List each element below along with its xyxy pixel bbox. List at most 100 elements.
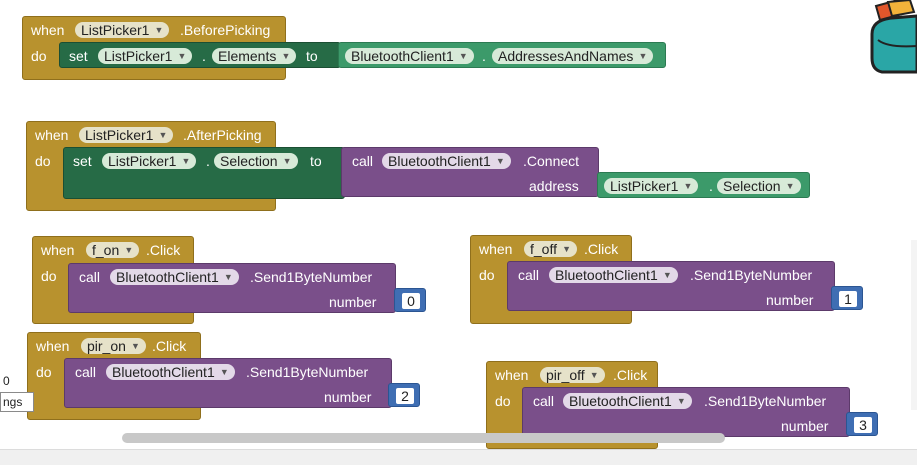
call-block-connect[interactable]: call BluetoothClient1 ▼ .Connect address	[341, 147, 599, 197]
call-component-dropdown[interactable]: BluetoothClient1 ▼	[549, 267, 678, 283]
when-label: when	[41, 242, 75, 258]
number-value[interactable]: 2	[396, 388, 414, 404]
left-count: 0	[3, 374, 10, 388]
property-dropdown[interactable]: Selection ▼	[214, 153, 298, 169]
chevron-down-icon: ▼	[131, 341, 140, 351]
chevron-down-icon: ▼	[562, 244, 571, 254]
do-label: do	[35, 153, 51, 169]
do-label: do	[31, 48, 47, 64]
number-value[interactable]: 1	[839, 291, 857, 307]
set-component-dropdown[interactable]: ListPicker1 ▼	[102, 153, 197, 169]
number-value[interactable]: 3	[854, 417, 872, 433]
method-name: .Send1ByteNumber	[690, 267, 813, 283]
when-label: when	[479, 241, 513, 257]
chevron-down-icon: ▼	[181, 156, 191, 166]
workspace-footer	[0, 449, 917, 465]
when-label: when	[31, 22, 65, 38]
component-dropdown[interactable]: f_off ▼	[524, 241, 577, 257]
method-name: .Send1ByteNumber	[246, 364, 369, 380]
dot-separator: .	[202, 48, 206, 64]
method-name: .Connect	[523, 153, 580, 169]
arg-label: number	[329, 294, 377, 310]
set-label: set	[73, 153, 92, 169]
chevron-down-icon: ▼	[638, 51, 648, 61]
chevron-down-icon: ▼	[282, 156, 292, 166]
component-dropdown[interactable]: ListPicker1 ▼	[79, 127, 174, 143]
arg-label: address	[529, 178, 579, 194]
arg-property-dropdown[interactable]: Selection ▼	[717, 178, 801, 194]
do-label: do	[36, 364, 52, 380]
number-block[interactable]: 0	[394, 288, 426, 312]
call-label: call	[75, 364, 97, 380]
chevron-down-icon: ▼	[662, 270, 672, 280]
call-block-send-byte[interactable]: call BluetoothClient1 ▼ .Send1ByteNumber …	[64, 358, 392, 408]
component-dropdown[interactable]: ListPicker1 ▼	[75, 22, 170, 38]
method-name: .Send1ByteNumber	[250, 269, 373, 285]
component-dropdown[interactable]: pir_off ▼	[540, 367, 605, 383]
call-block-send-byte[interactable]: call BluetoothClient1 ▼ .Send1ByteNumber …	[68, 263, 396, 313]
to-label: to	[306, 48, 318, 64]
event-name: .Click	[152, 338, 187, 354]
chevron-down-icon: ▼	[495, 156, 505, 166]
component-dropdown[interactable]: pir_on ▼	[81, 338, 146, 354]
set-block-elements[interactable]: set ListPicker1 ▼ . Elements ▼ to	[59, 42, 341, 68]
call-block-send-byte[interactable]: call BluetoothClient1 ▼ .Send1ByteNumber …	[507, 261, 835, 311]
call-label: call	[79, 269, 101, 285]
arg-label: number	[324, 389, 372, 405]
chevron-down-icon: ▼	[589, 370, 599, 380]
chevron-down-icon: ▼	[785, 181, 795, 191]
number-block[interactable]: 2	[388, 383, 420, 407]
arg-label: number	[781, 418, 829, 434]
dot-separator: .	[206, 153, 210, 169]
event-name: .Click	[613, 367, 648, 383]
blocks-workspace[interactable]: when ListPicker1 ▼ .BeforePicking do set …	[0, 0, 917, 465]
call-label: call	[352, 153, 374, 169]
call-component-dropdown[interactable]: BluetoothClient1 ▼	[563, 393, 692, 409]
property-dropdown[interactable]: Elements ▼	[212, 48, 297, 64]
chevron-down-icon: ▼	[124, 245, 134, 255]
component-dropdown[interactable]: f_on ▼	[86, 242, 140, 258]
number-block[interactable]: 3	[846, 412, 878, 436]
call-label: call	[533, 393, 555, 409]
backpack-icon[interactable]	[868, 0, 917, 76]
horizontal-scrollbar[interactable]	[122, 433, 725, 443]
call-component-dropdown[interactable]: BluetoothClient1 ▼	[382, 153, 511, 169]
chevron-down-icon: ▼	[177, 51, 187, 61]
chevron-down-icon: ▼	[281, 51, 291, 61]
call-component-dropdown[interactable]: BluetoothClient1 ▼	[106, 364, 235, 380]
chevron-down-icon: ▼	[458, 51, 468, 61]
right-edge-panel	[911, 240, 917, 410]
arg-component-dropdown[interactable]: ListPicker1 ▼	[604, 178, 699, 194]
dot-separator: .	[482, 48, 486, 64]
call-block-send-byte[interactable]: call BluetoothClient1 ▼ .Send1ByteNumber …	[522, 387, 850, 437]
set-component-dropdown[interactable]: ListPicker1 ▼	[98, 48, 193, 64]
chevron-down-icon: ▼	[158, 130, 168, 140]
set-label: set	[69, 48, 88, 64]
do-label: do	[41, 268, 57, 284]
event-name: .Click	[584, 241, 619, 257]
to-label: to	[310, 153, 322, 169]
chevron-down-icon: ▼	[676, 396, 686, 406]
when-label: when	[495, 367, 529, 383]
event-name: .BeforePicking	[180, 22, 271, 38]
chevron-down-icon: ▼	[219, 367, 229, 377]
number-value[interactable]: 0	[402, 293, 420, 309]
chevron-down-icon: ▼	[683, 181, 693, 191]
left-settings-field[interactable]: ngs	[0, 392, 34, 412]
when-label: when	[36, 338, 70, 354]
value-component-dropdown[interactable]: BluetoothClient1 ▼	[345, 48, 474, 64]
arg-getter-block[interactable]: ListPicker1 ▼ . Selection ▼	[597, 172, 810, 198]
number-block[interactable]: 1	[831, 286, 863, 310]
dot-separator: .	[709, 178, 713, 194]
chevron-down-icon: ▼	[154, 25, 164, 35]
call-component-dropdown[interactable]: BluetoothClient1 ▼	[110, 269, 239, 285]
component-getter-block[interactable]: BluetoothClient1 ▼ . AddressesAndNames ▼	[338, 42, 666, 68]
do-label: do	[495, 393, 511, 409]
arg-label: number	[766, 292, 814, 308]
do-label: do	[479, 267, 495, 283]
set-block-selection[interactable]: set ListPicker1 ▼ . Selection ▼ to	[63, 147, 345, 199]
event-name: .Click	[146, 242, 181, 258]
event-name: .AfterPicking	[183, 127, 262, 143]
when-label: when	[35, 127, 69, 143]
value-property-dropdown[interactable]: AddressesAndNames ▼	[492, 48, 654, 64]
